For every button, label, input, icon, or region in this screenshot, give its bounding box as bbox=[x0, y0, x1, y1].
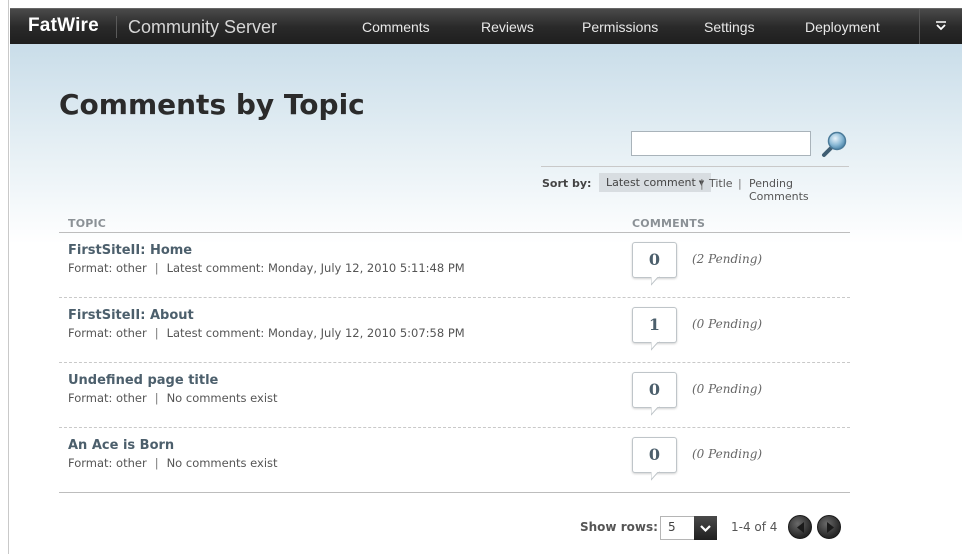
chevron-down-icon bbox=[936, 21, 946, 31]
sort-bar: Sort by: Latest comment ▼ | Title | Pendi… bbox=[541, 173, 841, 203]
topic-row: Undefined page title Format: other | No co… bbox=[59, 363, 850, 428]
topic-meta: Format: other | Latest comment: Monday, Ju… bbox=[68, 261, 465, 275]
topic-latest-comment: Latest comment: Monday, July 12, 2010 5:… bbox=[166, 326, 465, 340]
page-info: 1-4 of 4 bbox=[731, 520, 778, 534]
sort-separator: | bbox=[700, 177, 704, 190]
arrow-right-icon bbox=[827, 522, 834, 533]
topic-meta: Format: other | No comments exist bbox=[68, 391, 278, 405]
top-navigation-bar: FatWire Community Server Comments Review… bbox=[10, 8, 962, 44]
topic-row: FirstSiteII: About Format: other | Latest … bbox=[59, 298, 850, 363]
nav-comments[interactable]: Comments bbox=[362, 19, 430, 35]
arrow-left-icon bbox=[797, 522, 804, 533]
chevron-down-icon bbox=[700, 525, 711, 533]
brand-divider bbox=[116, 16, 117, 38]
topic-title-link[interactable]: Undefined page title bbox=[68, 373, 218, 388]
next-page-button[interactable] bbox=[817, 515, 841, 539]
topic-title-link[interactable]: FirstSiteII: Home bbox=[68, 243, 192, 258]
sort-active-label: Latest comment bbox=[606, 176, 696, 189]
nav-settings[interactable]: Settings bbox=[704, 19, 755, 35]
comment-count-bubble[interactable]: 0 bbox=[632, 242, 677, 278]
dropdown-button[interactable] bbox=[694, 516, 717, 540]
topic-meta: Format: other | Latest comment: Monday, Ju… bbox=[68, 326, 465, 340]
topic-title-link[interactable]: An Ace is Born bbox=[68, 438, 174, 453]
search-input[interactable] bbox=[631, 131, 811, 156]
speech-bubble-tail-icon bbox=[651, 471, 660, 481]
sort-latest-comment[interactable]: Latest comment ▼ bbox=[599, 173, 712, 192]
topic-format: Format: other bbox=[68, 261, 147, 275]
nav-more-button[interactable] bbox=[919, 9, 962, 44]
search-button[interactable] bbox=[820, 129, 850, 159]
topic-title-link[interactable]: FirstSiteII: About bbox=[68, 308, 194, 323]
column-header-comments: COMMENTS bbox=[632, 217, 706, 230]
topic-meta: Format: other | No comments exist bbox=[68, 456, 278, 470]
show-rows-label: Show rows: bbox=[580, 520, 658, 534]
pending-count-link[interactable]: (2 Pending) bbox=[692, 252, 762, 266]
pending-count-link[interactable]: (0 Pending) bbox=[692, 382, 762, 396]
topic-format: Format: other bbox=[68, 391, 147, 405]
sort-pending-comments[interactable]: Pending Comments bbox=[749, 177, 841, 203]
sort-title[interactable]: Title bbox=[709, 177, 733, 190]
topic-row: FirstSiteII: Home Format: other | Latest c… bbox=[59, 233, 850, 298]
topic-format: Format: other bbox=[68, 326, 147, 340]
nav-permissions[interactable]: Permissions bbox=[582, 19, 658, 35]
comment-count-bubble[interactable]: 1 bbox=[632, 307, 677, 343]
speech-bubble-tail-icon bbox=[651, 341, 660, 351]
product-name: Community Server bbox=[128, 17, 278, 37]
page-title: Comments by Topic bbox=[59, 88, 365, 121]
comment-count-bubble[interactable]: 0 bbox=[632, 437, 677, 473]
rows-per-page-value: 5 bbox=[668, 520, 676, 534]
topic-latest-comment: No comments exist bbox=[166, 456, 278, 470]
sort-separator: | bbox=[738, 177, 742, 190]
comment-count-bubble[interactable]: 0 bbox=[632, 372, 677, 408]
brand-logo[interactable]: FatWire bbox=[28, 15, 99, 37]
previous-page-button[interactable] bbox=[788, 515, 812, 539]
topic-row: An Ace is Born Format: other | No comments… bbox=[59, 428, 850, 493]
pending-count-link[interactable]: (0 Pending) bbox=[692, 317, 762, 331]
sort-label: Sort by: bbox=[542, 177, 592, 190]
pending-count-link[interactable]: (0 Pending) bbox=[692, 447, 762, 461]
nav-reviews[interactable]: Reviews bbox=[481, 19, 534, 35]
speech-bubble-tail-icon bbox=[651, 276, 660, 286]
topic-latest-comment: No comments exist bbox=[166, 391, 278, 405]
nav-deployment[interactable]: Deployment bbox=[805, 19, 880, 35]
topic-format: Format: other bbox=[68, 456, 147, 470]
rows-per-page-select[interactable]: 5 bbox=[660, 516, 717, 540]
speech-bubble-tail-icon bbox=[651, 406, 660, 416]
magnifier-icon bbox=[822, 131, 847, 157]
column-header-topic: TOPIC bbox=[68, 217, 107, 230]
sort-divider bbox=[541, 166, 849, 167]
topic-latest-comment: Latest comment: Monday, July 12, 2010 5:… bbox=[166, 261, 465, 275]
row-divider bbox=[59, 492, 850, 493]
